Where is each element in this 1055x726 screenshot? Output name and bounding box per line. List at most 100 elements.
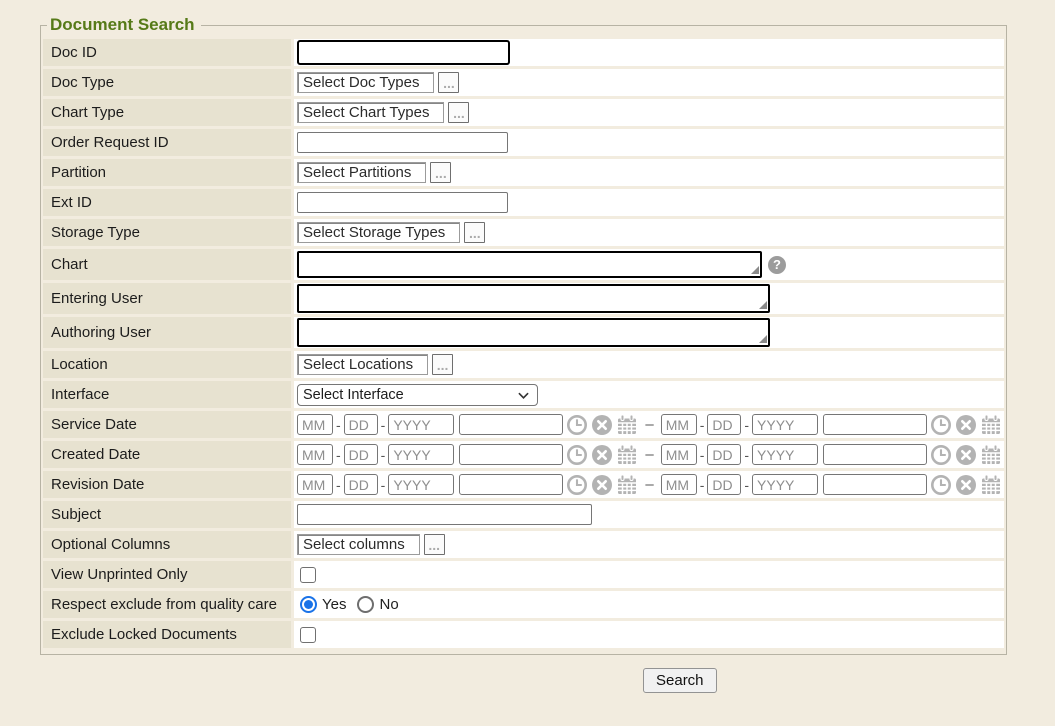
- clear-icon[interactable]: [591, 444, 613, 466]
- created-date-from-day-input[interactable]: [344, 444, 378, 465]
- revision-date-from-month-input[interactable]: [297, 474, 333, 495]
- row-authoring-user: Authoring User: [43, 317, 1004, 348]
- partition-picker-field[interactable]: Select Partitions: [297, 162, 426, 183]
- entering-user-textarea[interactable]: [297, 284, 770, 313]
- revision-date-to-time-input[interactable]: [823, 474, 927, 495]
- revision-date-label: Revision Date: [43, 471, 291, 498]
- created-date-from-month-input[interactable]: [297, 444, 333, 465]
- clear-icon[interactable]: [591, 414, 613, 436]
- revision-date-from-day-input[interactable]: [344, 474, 378, 495]
- interface-select[interactable]: Select Interface: [297, 384, 538, 406]
- date-field-separator: -: [381, 417, 386, 433]
- revision-date-to-month-input[interactable]: [661, 474, 697, 495]
- order-request-id-input[interactable]: [297, 132, 508, 153]
- created-date-to-month-input[interactable]: [661, 444, 697, 465]
- location-picker-field[interactable]: Select Locations: [297, 354, 428, 375]
- revision-date-from-year-input[interactable]: [388, 474, 454, 495]
- service-date-to-year-input[interactable]: [752, 414, 818, 435]
- service-date-from-month-input[interactable]: [297, 414, 333, 435]
- row-entering-user: Entering User: [43, 283, 1004, 314]
- clock-icon[interactable]: [566, 474, 588, 496]
- clock-icon[interactable]: [566, 444, 588, 466]
- chart-type-label: Chart Type: [43, 99, 291, 126]
- service-date-from-time-input[interactable]: [459, 414, 563, 435]
- calendar-icon[interactable]: [616, 414, 638, 436]
- date-field-separator: -: [336, 477, 341, 493]
- row-respect-exclude-quality-care: Respect exclude from quality care Yes No: [43, 591, 1004, 618]
- storage-type-picker-button[interactable]: ...: [464, 222, 485, 243]
- optional-columns-picker-button[interactable]: ...: [424, 534, 445, 555]
- order-request-id-label: Order Request ID: [43, 129, 291, 156]
- clock-icon[interactable]: [930, 444, 952, 466]
- clock-icon[interactable]: [930, 474, 952, 496]
- service-date-from-year-input[interactable]: [388, 414, 454, 435]
- date-range-separator: –: [645, 476, 653, 493]
- date-field-separator: -: [700, 477, 705, 493]
- clear-icon[interactable]: [955, 414, 977, 436]
- revision-date-from-time-input[interactable]: [459, 474, 563, 495]
- created-date-to-year-input[interactable]: [752, 444, 818, 465]
- clock-icon[interactable]: [930, 414, 952, 436]
- created-date-from-time-input[interactable]: [459, 444, 563, 465]
- help-icon[interactable]: ?: [768, 256, 786, 274]
- chart-type-picker-field[interactable]: Select Chart Types: [297, 102, 444, 123]
- date-field-separator: -: [744, 447, 749, 463]
- row-created-date: Created Date - - – - -: [43, 441, 1004, 468]
- storage-type-picker-field[interactable]: Select Storage Types: [297, 222, 460, 243]
- doc-type-picker-field[interactable]: Select Doc Types: [297, 72, 434, 93]
- chart-textarea[interactable]: [297, 251, 762, 278]
- calendar-icon[interactable]: [616, 474, 638, 496]
- service-date-from-day-input[interactable]: [344, 414, 378, 435]
- row-chart: Chart ?: [43, 249, 1004, 280]
- calendar-icon[interactable]: [980, 474, 1002, 496]
- clear-icon[interactable]: [955, 474, 977, 496]
- clock-icon[interactable]: [566, 414, 588, 436]
- row-partition: Partition Select Partitions ...: [43, 159, 1004, 186]
- created-date-label: Created Date: [43, 441, 291, 468]
- service-date-to-day-input[interactable]: [707, 414, 741, 435]
- exclude-locked-documents-checkbox[interactable]: [300, 627, 316, 643]
- optional-columns-picker-field[interactable]: Select columns: [297, 534, 420, 555]
- revision-date-to-day-input[interactable]: [707, 474, 741, 495]
- service-date-label: Service Date: [43, 411, 291, 438]
- service-date-to-month-input[interactable]: [661, 414, 697, 435]
- revision-date-to-year-input[interactable]: [752, 474, 818, 495]
- row-optional-columns: Optional Columns Select columns ...: [43, 531, 1004, 558]
- authoring-user-label: Authoring User: [43, 317, 291, 348]
- quality-care-yes-radio[interactable]: [300, 596, 317, 613]
- date-field-separator: -: [700, 447, 705, 463]
- row-subject: Subject: [43, 501, 1004, 528]
- calendar-icon[interactable]: [616, 444, 638, 466]
- created-date-from-year-input[interactable]: [388, 444, 454, 465]
- doc-type-picker-button[interactable]: ...: [438, 72, 459, 93]
- service-date-to-time-input[interactable]: [823, 414, 927, 435]
- doc-id-input[interactable]: [297, 40, 510, 65]
- partition-picker-button[interactable]: ...: [430, 162, 451, 183]
- date-field-separator: -: [381, 477, 386, 493]
- authoring-user-textarea[interactable]: [297, 318, 770, 347]
- exclude-locked-documents-label: Exclude Locked Documents: [43, 621, 291, 648]
- ext-id-input[interactable]: [297, 192, 508, 213]
- storage-type-label: Storage Type: [43, 219, 291, 246]
- search-button-row: Search: [0, 668, 1055, 693]
- quality-care-no-radio[interactable]: [357, 596, 374, 613]
- calendar-icon[interactable]: [980, 444, 1002, 466]
- optional-columns-label: Optional Columns: [43, 531, 291, 558]
- calendar-icon[interactable]: [980, 414, 1002, 436]
- created-date-to-time-input[interactable]: [823, 444, 927, 465]
- partition-label: Partition: [43, 159, 291, 186]
- interface-select-control[interactable]: Select Interface: [297, 384, 538, 406]
- chart-type-picker-button[interactable]: ...: [448, 102, 469, 123]
- view-unprinted-only-checkbox[interactable]: [300, 567, 316, 583]
- created-date-to-day-input[interactable]: [707, 444, 741, 465]
- location-picker-button[interactable]: ...: [432, 354, 453, 375]
- clear-icon[interactable]: [955, 444, 977, 466]
- subject-input[interactable]: [297, 504, 592, 525]
- row-order-request-id: Order Request ID: [43, 129, 1004, 156]
- subject-label: Subject: [43, 501, 291, 528]
- row-service-date: Service Date - - – - -: [43, 411, 1004, 438]
- date-field-separator: -: [700, 417, 705, 433]
- clear-icon[interactable]: [591, 474, 613, 496]
- search-button[interactable]: Search: [643, 668, 717, 693]
- respect-exclude-quality-care-label: Respect exclude from quality care: [43, 591, 291, 618]
